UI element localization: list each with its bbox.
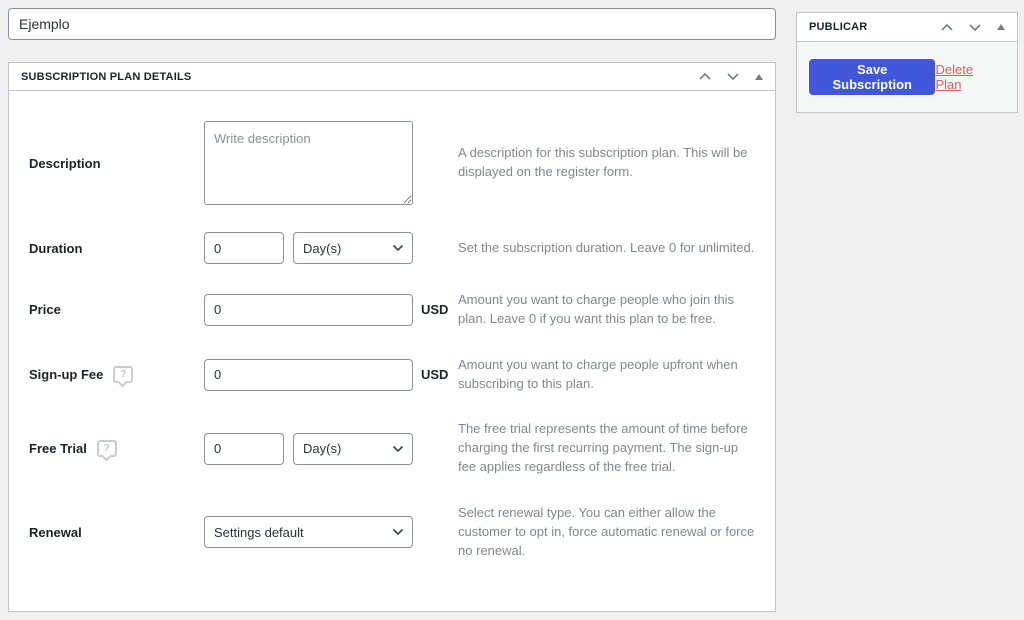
publish-box-header: PUBLICAR bbox=[797, 13, 1017, 42]
details-box-title: SUBSCRIPTION PLAN DETAILS bbox=[21, 70, 192, 83]
signup-fee-control bbox=[204, 358, 413, 391]
signup-fee-value-input[interactable] bbox=[204, 358, 413, 391]
admin-content: SUBSCRIPTION PLAN DETAILS Description bbox=[0, 0, 1024, 620]
move-up-icon[interactable] bbox=[691, 70, 719, 83]
details-box-body: Description A description for this subsc… bbox=[9, 91, 775, 611]
move-up-icon[interactable] bbox=[933, 21, 961, 34]
publish-box-body: Save Subscription Delete Plan bbox=[797, 42, 1017, 112]
free-trial-unit-select-wrap: Day(s) bbox=[293, 432, 413, 465]
move-down-icon[interactable] bbox=[719, 70, 747, 83]
details-box-handle-actions bbox=[691, 70, 763, 83]
free-trial-control: Day(s) bbox=[204, 432, 413, 465]
form-row-duration: Duration Day(s) bbox=[21, 232, 763, 264]
form-row-free-trial: Free Trial ? Day(s) bbox=[21, 420, 763, 477]
help-icon[interactable]: ? bbox=[96, 440, 117, 458]
signup-fee-label: Sign-up Fee ? bbox=[21, 366, 204, 384]
form-row-price: Price USD Amount you want to charge peop… bbox=[21, 291, 763, 329]
free-trial-help-text: The free trial represents the amount of … bbox=[458, 421, 748, 475]
main-column: SUBSCRIPTION PLAN DETAILS Description bbox=[8, 8, 776, 613]
price-control bbox=[204, 293, 413, 326]
description-label: Description bbox=[29, 155, 101, 171]
details-box-header: SUBSCRIPTION PLAN DETAILS bbox=[9, 63, 775, 91]
duration-control: Day(s) bbox=[204, 232, 413, 264]
price-value-input[interactable] bbox=[204, 293, 413, 326]
duration-unit-select-wrap: Day(s) bbox=[293, 232, 413, 264]
publish-box-handle-actions bbox=[933, 21, 1005, 34]
duration-value-input[interactable] bbox=[204, 232, 284, 264]
save-subscription-button[interactable]: Save Subscription bbox=[809, 59, 936, 95]
renewal-select[interactable]: Settings default bbox=[204, 516, 413, 549]
form-row-signup-fee: Sign-up Fee ? USD Amount you want to cha… bbox=[21, 356, 763, 394]
form-row-renewal: Renewal Settings default Select renewal … bbox=[21, 504, 763, 561]
delete-plan-link[interactable]: Delete Plan bbox=[935, 62, 995, 92]
renewal-label: Renewal bbox=[29, 524, 82, 540]
form-row-description: Description A description for this subsc… bbox=[21, 121, 763, 205]
signup-fee-currency-label: USD bbox=[421, 367, 449, 383]
price-help-text: Amount you want to charge people who joi… bbox=[458, 292, 735, 326]
free-trial-label: Free Trial ? bbox=[21, 440, 204, 458]
duration-label: Duration bbox=[29, 240, 83, 256]
signup-fee-help-text: Amount you want to charge people upfront… bbox=[458, 356, 738, 391]
renewal-control: Settings default bbox=[204, 516, 413, 549]
renewal-help-text: Select renewal type. You can either allo… bbox=[458, 504, 755, 558]
sidebar-column: PUBLICAR Save Subscription Delete Plan bbox=[796, 12, 1018, 113]
price-label: Price bbox=[29, 302, 61, 318]
free-trial-unit-select[interactable]: Day(s) bbox=[293, 432, 413, 465]
plan-title-input[interactable] bbox=[8, 8, 776, 40]
publish-box-title: PUBLICAR bbox=[809, 21, 868, 33]
description-help-text: A description for this subscription plan… bbox=[458, 145, 748, 179]
move-down-icon[interactable] bbox=[961, 21, 989, 34]
duration-unit-select[interactable]: Day(s) bbox=[293, 232, 413, 264]
description-textarea[interactable] bbox=[204, 121, 413, 205]
renewal-select-wrap: Settings default bbox=[204, 516, 413, 549]
free-trial-value-input[interactable] bbox=[204, 432, 284, 465]
publish-box: PUBLICAR Save Subscription Delete Plan bbox=[796, 12, 1018, 113]
price-currency-label: USD bbox=[421, 302, 449, 318]
description-control bbox=[204, 121, 413, 205]
help-icon[interactable]: ? bbox=[113, 366, 134, 384]
subscription-plan-details-box: SUBSCRIPTION PLAN DETAILS Description Wr… bbox=[8, 62, 776, 613]
collapse-toggle-icon[interactable] bbox=[755, 73, 763, 80]
collapse-toggle-icon[interactable] bbox=[997, 24, 1005, 30]
duration-help-text: Set the subscription duration. Leave 0 f… bbox=[458, 239, 755, 255]
